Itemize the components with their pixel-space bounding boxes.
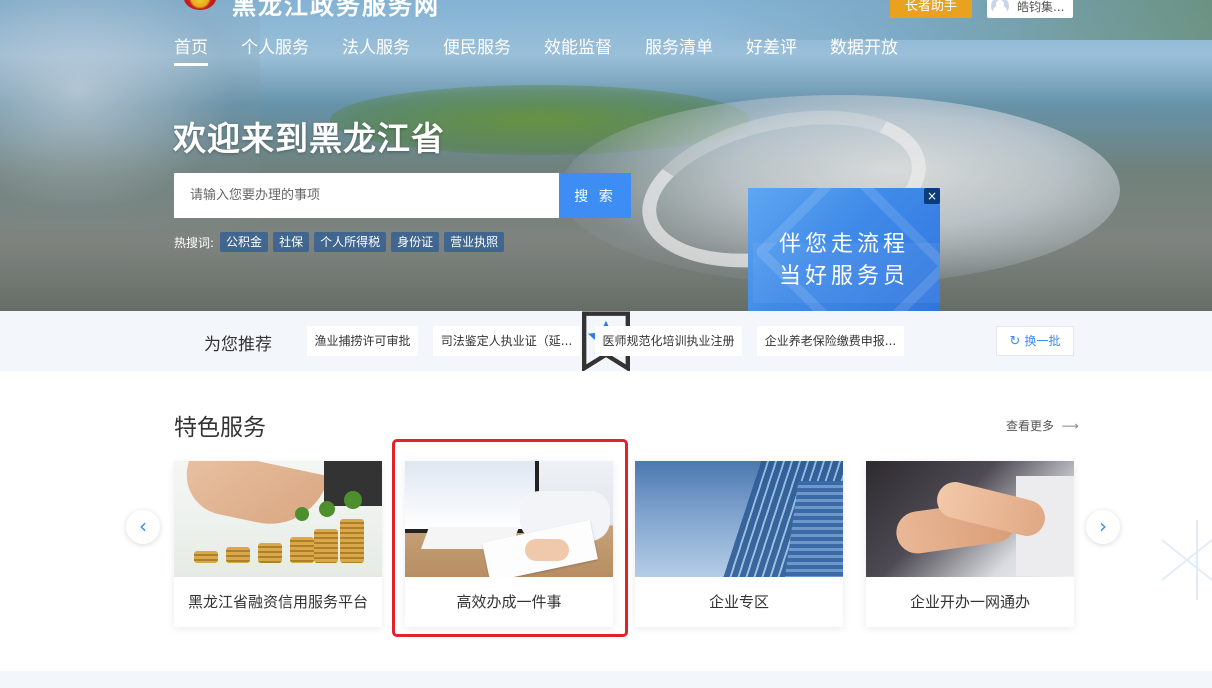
hot-search: 热搜词: 公积金 社保 个人所得税 身份证 营业执照 [174,232,509,252]
nav-item-service-list[interactable]: 服务清单 [645,33,713,58]
site-title[interactable]: 黑龙江政务服务网 [232,0,440,21]
promo-line-2: 当好服务员 [778,264,909,289]
service-card-label: 高效办成一件事 [456,593,562,611]
nav-item-supervision[interactable]: 效能监督 [544,33,612,58]
chevron-right-icon: › [1099,514,1107,538]
chevron-left-icon: ‹ [139,514,147,538]
nav-item-legal-person[interactable]: 法人服务 [342,33,410,58]
recommend-item[interactable]: 企业养老保险缴费申报... [757,326,904,356]
recommend-item[interactable]: 司法鉴定人执业证（延... [433,326,580,356]
arrow-right-icon: ⟶ [1057,419,1079,433]
nav-item-convenience[interactable]: 便民服务 [443,33,511,58]
featured-title: 特色服务 [174,415,266,441]
avatar-icon [991,0,1009,15]
nav-item-rating[interactable]: 好差评 [746,33,797,58]
promo-banner[interactable]: 伴您走流程 当好服务员 [748,188,940,321]
hot-tag-id-card[interactable]: 身份证 [391,232,440,252]
main-nav: 首页 个人服务 法人服务 便民服务 效能监督 服务清单 好差评 数据开放 [174,33,931,66]
service-card-financing[interactable]: 黑龙江省融资信用服务平台 [174,461,382,627]
carousel-prev-button[interactable]: ‹ [126,510,160,544]
view-more-link[interactable]: 查看更多 ⟶ [1006,417,1079,434]
recommend-title: 为您推荐 [204,335,272,355]
hot-tag-social-security[interactable]: 社保 [273,232,310,252]
refresh-icon: ↻ [1009,334,1021,349]
service-card-business-startup[interactable]: 企业开办一网通办 [866,461,1074,627]
hot-tag-housing-fund[interactable]: 公积金 [220,232,269,252]
bottom-band [0,671,1212,688]
service-card-enterprise-zone[interactable]: 企业专区 [635,461,843,627]
handshake-image [866,461,1074,577]
skyscraper-image [635,461,843,577]
service-card-one-thing[interactable]: 高效办成一件事 [405,461,613,627]
snowflake-decoration-icon [1161,520,1212,600]
user-name: 皓钧集... [1017,0,1065,14]
view-more-label: 查看更多 [1006,419,1055,433]
refresh-batch-button[interactable]: ↻ 换一批 [996,326,1074,356]
elder-assistant-button[interactable]: 长者助手 [890,0,972,18]
promo-close-icon[interactable]: × [924,188,940,204]
coins-plant-image [174,461,382,577]
recommend-item[interactable]: 医师规范化培训执业注册 [595,326,742,356]
desk-computer-image [405,461,613,577]
hot-search-label: 热搜词: [174,235,215,250]
promo-line-1: 伴您走流程 [778,232,909,257]
welcome-heading: 欢迎来到黑龙江省 [173,119,445,158]
user-account-button[interactable]: 皓钧集... [987,0,1073,18]
recommend-item[interactable]: 渔业捕捞许可审批 [307,326,418,356]
search-input[interactable] [174,173,559,218]
carousel-next-button[interactable]: › [1086,510,1120,544]
hot-tag-business-license[interactable]: 营业执照 [444,232,505,252]
nav-item-open-data[interactable]: 数据开放 [830,33,898,58]
service-card-label: 黑龙江省融资信用服务平台 [187,593,368,611]
search-button[interactable]: 搜 索 [559,173,631,218]
service-card-label: 企业开办一网通办 [909,593,1030,611]
service-card-label: 企业专区 [708,593,769,611]
refresh-label: 换一批 [1024,334,1061,348]
nav-item-personal[interactable]: 个人服务 [241,33,309,58]
hot-tag-income-tax[interactable]: 个人所得税 [314,232,387,252]
nav-item-home[interactable]: 首页 [174,33,208,66]
